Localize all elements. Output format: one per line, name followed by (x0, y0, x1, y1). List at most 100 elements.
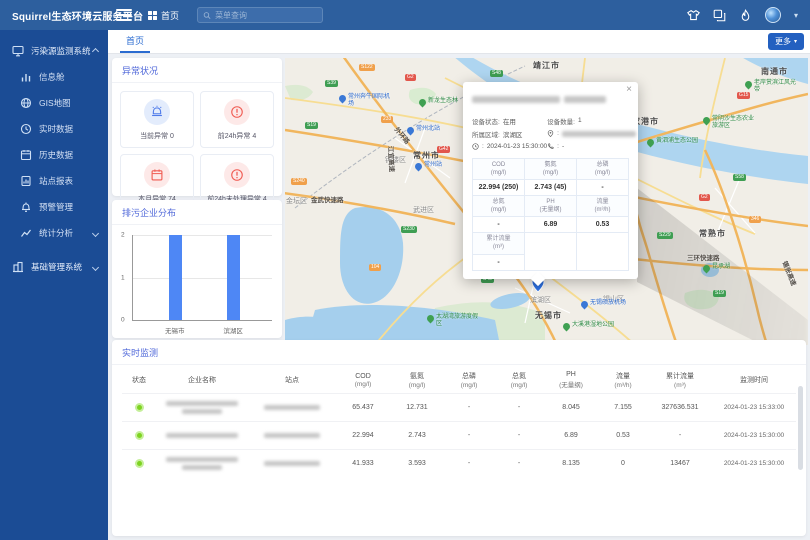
cell-nh3n: 3.593 (390, 458, 444, 469)
map-poi-blue[interactable]: 常州北站 (407, 126, 440, 134)
clock-icon (472, 143, 479, 150)
layout-screens-icon[interactable] (713, 9, 726, 22)
popup-field-value: 滨湖区 (503, 129, 523, 139)
sidebar-item-gis-map[interactable]: GIS地图 (0, 90, 108, 116)
map-route-badge: G2 (405, 74, 416, 81)
nav-home[interactable]: 首页 (148, 9, 179, 22)
map-poi-blue[interactable]: 常州奔牛国际机场 (339, 94, 390, 108)
park-pin-icon (702, 116, 712, 126)
map-route-badge: S58 (733, 174, 746, 181)
map-poi-green[interactable]: 新龙生态林 (419, 98, 458, 106)
station-name-blurred (248, 403, 336, 412)
popup-field-label: 所属区域: (472, 129, 500, 139)
x-axis-label: 滨湖区 (223, 325, 243, 335)
map-route-badge: S19 (713, 290, 726, 297)
column-header: 站点 (248, 373, 336, 387)
table-row[interactable]: 65.43712.731--8.0457.155327636.5312024-0… (122, 393, 796, 421)
close-icon[interactable]: × (626, 85, 632, 95)
metric-header: 累计流量(m³) (473, 233, 525, 254)
sidebar-item-info-cabin[interactable]: 信息舱 (0, 64, 108, 90)
table-row[interactable]: 41.9333.593--8.1350134672024-01-23 15:30… (122, 449, 796, 477)
park-pin-icon (744, 80, 754, 90)
menu-search-box[interactable] (197, 7, 323, 23)
park-pin-icon (426, 314, 436, 324)
column-header: 总磷(mg/l) (444, 369, 494, 391)
home-grid-icon (148, 11, 157, 20)
sidebar-item-label: 实时数据 (39, 123, 73, 135)
column-header: 总氮(mg/l) (494, 369, 544, 391)
bar-无锡市[interactable] (169, 235, 182, 320)
map-poi-blue[interactable]: 无锡硕放机场 (581, 300, 626, 308)
status-cell (122, 457, 156, 470)
user-avatar[interactable] (765, 7, 781, 23)
more-button[interactable]: 更多 ▾ (768, 33, 804, 50)
theme-skin-icon[interactable] (687, 9, 700, 22)
transit-pin-icon (338, 94, 348, 104)
map-district-label: 滨湖区 (530, 295, 551, 305)
map-city-label: 无锡市 (535, 310, 562, 321)
map-poi-blue[interactable]: 常州站 (415, 162, 442, 170)
sidebar-item-station-report[interactable]: 站点报表 (0, 168, 108, 194)
cell-total: - (648, 430, 712, 441)
transit-pin-icon (580, 300, 590, 310)
chevron-down-icon (92, 229, 99, 236)
popup-field-label: : (482, 143, 484, 150)
map-city-label: 南通市 (761, 66, 788, 77)
transit-pin-icon (406, 126, 416, 136)
sidebar-item-label: 预警管理 (39, 201, 73, 213)
sidebar-item-label: GIS地图 (39, 97, 71, 109)
flame-icon[interactable] (739, 9, 752, 22)
phone-icon (547, 143, 554, 150)
map-poi-green[interactable]: 常阴沙生态农业旅游区 (703, 116, 754, 130)
sidebar-item-alert-management[interactable]: 预警管理 (0, 194, 108, 220)
map-poi-green[interactable]: 昆承湖 (703, 264, 730, 272)
sidebar-item-label: 基础管理系统 (31, 261, 82, 273)
user-menu-caret-icon[interactable]: ▾ (794, 11, 798, 20)
top-bar: Squirrel生态环境云服务平台 首页 ▾ (0, 0, 810, 30)
park-pin-icon (562, 322, 572, 332)
cell-ph: 6.89 (544, 430, 598, 441)
stat-card-current-abnormal[interactable]: 当前异常 0 (120, 91, 194, 148)
popup-metrics-table: COD(mg/l)氨氮(mg/l)总磷(mg/l)22.994 (250)2.7… (472, 158, 629, 271)
cell-tp: - (444, 458, 494, 469)
bar-滨湖区[interactable] (227, 235, 240, 320)
y-axis-tick: 1 (121, 274, 125, 281)
popup-field: 设备数量:1 (547, 116, 636, 126)
sidebar-item-history-data[interactable]: 历史数据 (0, 142, 108, 168)
map-route-badge: G42 (437, 146, 450, 153)
map-route-badge: S19 (305, 122, 318, 129)
report-icon (20, 175, 32, 187)
map-poi-green[interactable]: 太湖湾旅游度假区 (427, 314, 478, 328)
realtime-monitor-panel: 实时监测 状态企业名称站点COD(mg/l)氨氮(mg/l)总磷(mg/l)总氮… (112, 340, 806, 536)
search-input[interactable] (215, 11, 317, 20)
status-cell (122, 401, 156, 414)
cell-flow: 0.53 (598, 430, 648, 441)
map-route-badge: S39 (325, 80, 338, 87)
map-poi-green[interactable]: 黄泗浦生态公园 (647, 138, 698, 146)
station-info-popup: × 设备状态:在用所属区域:滨湖区:2024-01-23 15:30:00设备数… (463, 82, 638, 279)
metric-header: 总氮(mg/l) (473, 196, 525, 217)
metric-header: 氨氮(mg/l) (525, 159, 577, 180)
sidebar-item-base-management-system[interactable]: 基础管理系统 (0, 254, 108, 280)
chevron-up-icon (92, 47, 99, 54)
metric-value: 6.89 (525, 217, 577, 233)
sidebar-item-statistics-analysis[interactable]: 统计分析 (0, 220, 108, 246)
y-axis-tick: 0 (121, 317, 125, 324)
park-pin-icon (702, 264, 712, 274)
stat-value: 0 (170, 133, 174, 140)
column-header: 流量(m³/h) (598, 369, 648, 391)
monitor-system-icon (12, 45, 24, 57)
location-icon (547, 130, 554, 137)
stat-card-24h-abnormal[interactable]: 前24h异常 4 (200, 91, 274, 148)
building-icon (12, 261, 24, 273)
tab-home[interactable]: 首页 (120, 30, 150, 53)
map-poi-green[interactable]: 大溪港湿地公园 (563, 322, 614, 330)
hamburger-menu-icon[interactable] (116, 9, 132, 21)
sidebar-item-pollution-monitor-system[interactable]: 污染源监测系统 (0, 38, 108, 64)
map-poi-green[interactable]: 老岸赏滨江风光带 (745, 80, 796, 94)
metric-header: 流量(m³/h) (577, 196, 629, 217)
sidebar-item-label: 污染源监测系统 (31, 45, 91, 57)
sidebar-item-realtime-data[interactable]: 实时数据 (0, 116, 108, 142)
table-row[interactable]: 22.9942.743--6.890.53-2024-01-23 15:30:0… (122, 421, 796, 449)
table-scrollbar[interactable] (798, 386, 803, 470)
